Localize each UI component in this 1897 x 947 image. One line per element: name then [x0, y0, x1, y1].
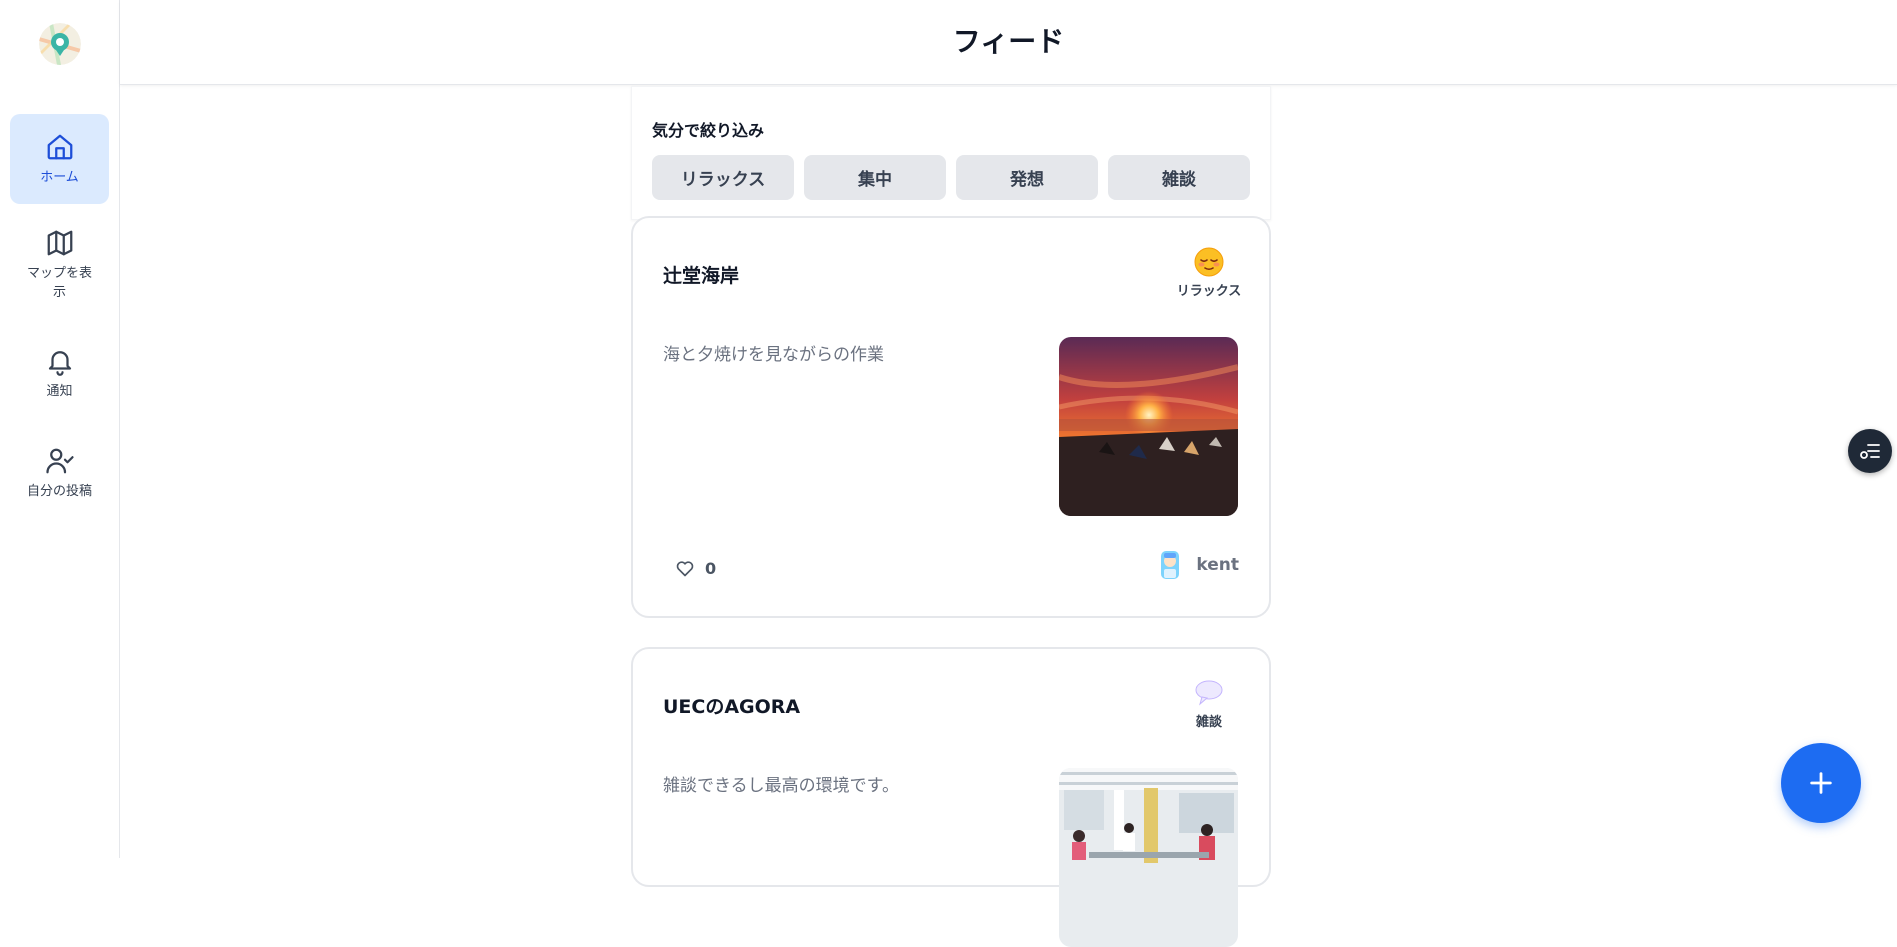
post-description: 雑談できるし最高の環境です。 [663, 776, 899, 796]
post-photo[interactable] [1059, 337, 1238, 516]
mood-filter-title: 気分で絞り込み [652, 121, 765, 140]
mood-chip-ideas[interactable]: 発想 [956, 155, 1098, 200]
post-mood-label: 雑談 [1195, 715, 1222, 730]
post-title: 辻堂海岸 [663, 265, 740, 287]
like-button[interactable]: 0 [675, 558, 716, 578]
mood-chip-relax[interactable]: リラックス [652, 155, 794, 200]
sidebar-item-home[interactable]: ホーム [10, 114, 109, 204]
sidebar-item-notifications[interactable]: 通知 [10, 346, 109, 416]
like-count: 0 [705, 558, 717, 578]
home-icon [47, 134, 72, 159]
sidebar-item-label: 通知 [46, 384, 73, 399]
sidebar: ホーム マップを表示 通知 自分の投稿 [0, 0, 120, 858]
sidebar-item-label: 自分の投稿 [26, 484, 92, 499]
map-icon [47, 230, 72, 256]
user-check-icon [45, 448, 74, 474]
plus-icon [1810, 772, 1832, 794]
author-name: kent [1196, 555, 1239, 575]
header: フィード [120, 0, 1897, 85]
relieved-face-icon [1194, 247, 1224, 277]
mood-chip-focus[interactable]: 集中 [804, 155, 946, 200]
post-card[interactable]: UECのAGORA 雑談 雑談できるし最高の環境です。 [631, 647, 1271, 947]
list-filter-button[interactable] [1848, 429, 1892, 473]
post-mood: リラックス [1176, 246, 1242, 299]
post-description: 海と夕焼けを見ながらの作業 [663, 345, 884, 365]
post-author[interactable]: kent [1158, 550, 1239, 580]
avatar [1161, 551, 1180, 579]
mood-filter: 気分で絞り込み リラックス 集中 発想 雑談 [631, 86, 1271, 220]
sidebar-item-my-posts[interactable]: 自分の投稿 [10, 446, 109, 536]
post-mood-label: リラックス [1176, 284, 1242, 299]
heart-icon [676, 561, 694, 577]
page-title: フィード [952, 25, 1065, 58]
post-card[interactable]: 辻堂海岸 リラックス 海と夕焼けを見ながらの作業 0 kent [631, 216, 1271, 618]
post-title: UECのAGORA [663, 696, 801, 718]
sidebar-item-label: ホーム [40, 169, 79, 185]
mood-chip-chat[interactable]: 雑談 [1108, 155, 1250, 200]
speech-bubble-icon [1195, 680, 1223, 706]
sidebar-item-label: マップを表示 [26, 266, 92, 300]
mood-filter-options: リラックス 集中 発想 雑談 [652, 155, 1250, 200]
app-logo[interactable] [39, 23, 81, 65]
sidebar-item-map[interactable]: マップを表示 [10, 228, 109, 318]
post-mood: 雑談 [1179, 677, 1239, 730]
bell-icon [48, 351, 71, 376]
add-post-button[interactable] [1781, 743, 1861, 823]
list-settings-icon [1860, 444, 1880, 459]
